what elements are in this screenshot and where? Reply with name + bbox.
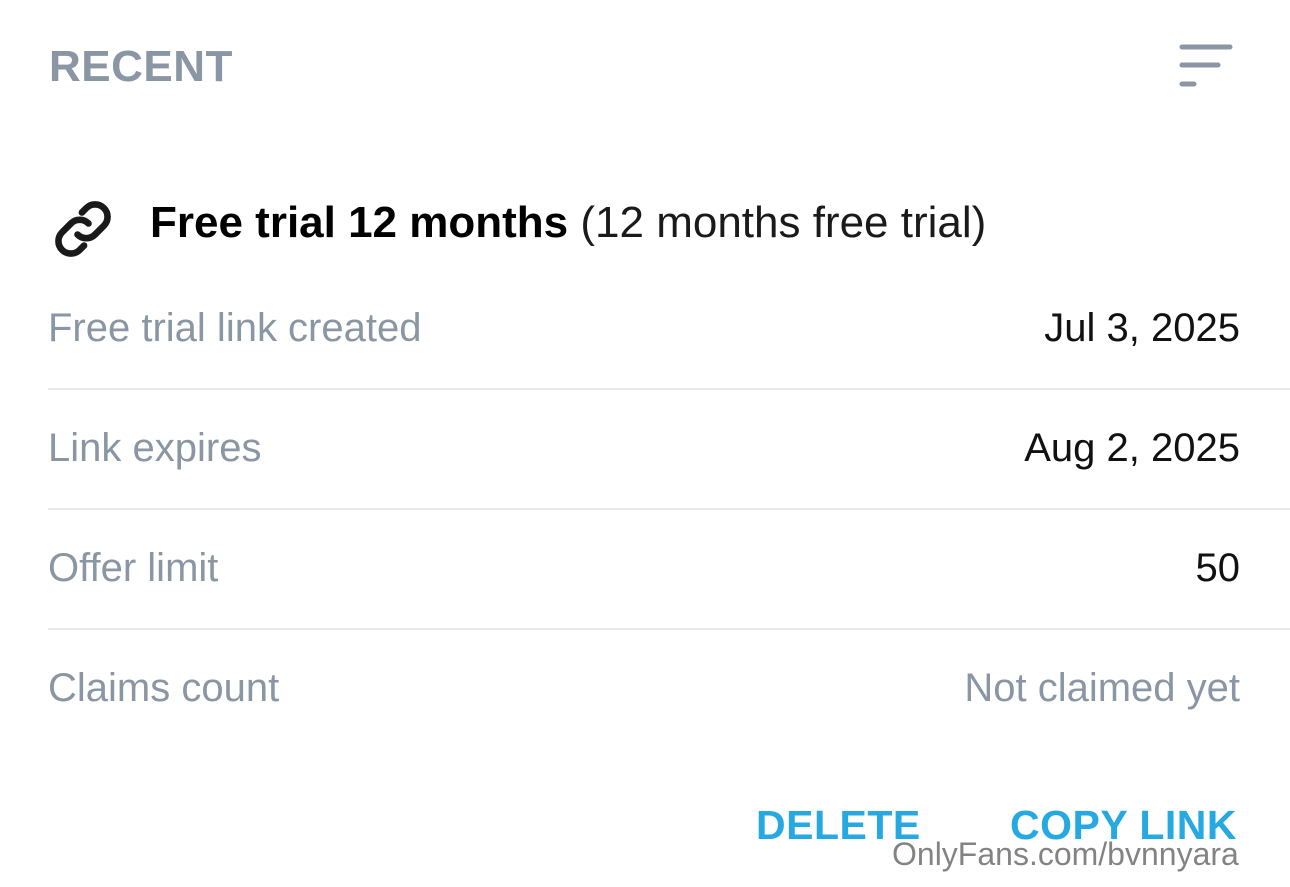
detail-value: Aug 2, 2025 [1024, 426, 1240, 470]
section-header: RECENT [0, 0, 1290, 135]
link-icon [50, 196, 116, 262]
sort-button[interactable] [1170, 40, 1242, 96]
offer-name: Free trial 12 months [150, 198, 569, 247]
offer-title-row: Free trial 12 months (12 months free tri… [0, 180, 1290, 270]
detail-value: Not claimed yet [964, 666, 1240, 710]
detail-row-offer-limit: Offer limit 50 [48, 510, 1290, 630]
detail-label: Claims count [48, 666, 280, 710]
offer-description: (12 months free trial) [580, 198, 987, 247]
detail-row-created: Free trial link created Jul 3, 2025 [48, 270, 1290, 390]
offer-title: Free trial 12 months (12 months free tri… [150, 198, 986, 248]
detail-value: Jul 3, 2025 [1044, 306, 1240, 350]
detail-row-claims-count: Claims count Not claimed yet [48, 630, 1290, 750]
section-title: RECENT [49, 42, 233, 91]
detail-row-expires: Link expires Aug 2, 2025 [48, 390, 1290, 510]
detail-label: Link expires [48, 426, 262, 470]
watermark: OnlyFans.com/bvnnyara [892, 836, 1239, 872]
detail-value: 50 [1195, 546, 1241, 590]
detail-label: Offer limit [48, 546, 219, 590]
offer-details: Free trial link created Jul 3, 2025 Link… [48, 270, 1290, 750]
sort-lines-icon [1179, 44, 1233, 87]
detail-label: Free trial link created [48, 306, 422, 350]
